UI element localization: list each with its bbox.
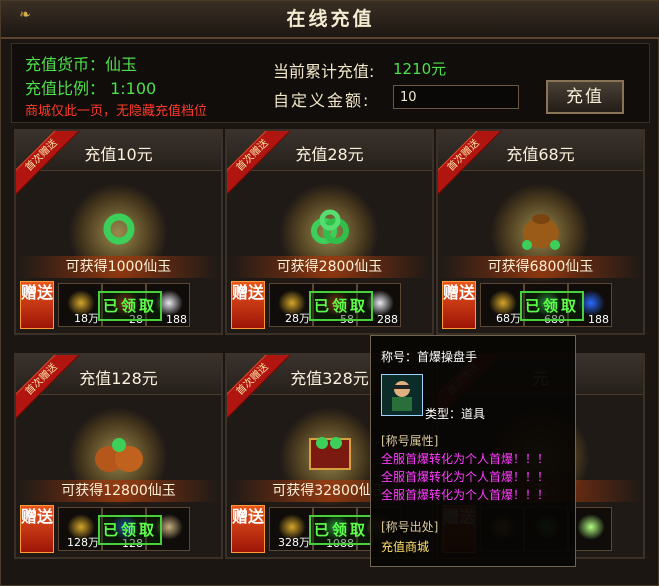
- custom-amount-input[interactable]: [393, 85, 519, 109]
- package-card[interactable]: 充值128元 首次赠送 可获得12800仙玉 赠送 128万 128 已领取: [14, 353, 223, 559]
- total-recharge-label: 当前累计充值:: [273, 62, 375, 81]
- first-gift-ribbon: 首次赠送: [16, 131, 86, 201]
- gift-badge: 赠送: [442, 281, 476, 329]
- first-gift-ribbon: 首次赠送: [16, 355, 86, 425]
- reward-count: 28万: [285, 312, 310, 325]
- package-card[interactable]: 充值10元 首次赠送 可获得1000仙玉 赠送 18万 28 188 已领取: [14, 129, 223, 335]
- reward-count: 328万: [278, 536, 310, 549]
- reward-slot[interactable]: 128万: [58, 507, 102, 551]
- claimed-stamp: 已领取: [309, 515, 373, 545]
- reward-count: 68万: [496, 312, 521, 325]
- tooltip-source: 充值商城: [381, 540, 430, 554]
- claimed-stamp: 已领取: [520, 291, 584, 321]
- tooltip-attr-line: 全服首爆转化为个人首爆！！！: [381, 488, 550, 502]
- claimed-stamp: 已领取: [309, 291, 373, 321]
- package-card[interactable]: 充值28元 首次赠送 可获得2800仙玉 赠送 28万 58 288 已领取: [225, 129, 434, 335]
- title-bar: ❧ 在线充值: [1, 1, 659, 39]
- gift-badge: 赠送: [20, 281, 54, 329]
- tooltip-type: 类型：道具: [425, 407, 486, 421]
- reward-count: 18万: [74, 312, 99, 325]
- reward-item-icon: [577, 514, 605, 540]
- title-avatar-icon: [381, 374, 423, 416]
- package-gain: 可获得12800仙玉: [18, 480, 219, 502]
- notice-text: 商城仅此一页，无隐藏充值档位: [25, 104, 208, 119]
- gift-badge: 赠送: [20, 505, 54, 553]
- tooltip-attr-line: 全服首爆转化为个人首爆！！！: [381, 470, 550, 484]
- claimed-stamp: 已领取: [98, 291, 162, 321]
- tooltip-name: 称号：首爆操盘手: [381, 350, 478, 364]
- custom-amount-label: 自定义金额:: [273, 91, 371, 110]
- first-gift-ribbon: 首次赠送: [227, 355, 297, 425]
- jade-item-icon: [93, 431, 145, 475]
- title-tooltip: 称号：首爆操盘手 类型：道具 [称号属性] 全服首爆转化为个人首爆！！！ 全服首…: [370, 335, 576, 567]
- reward-count: 288: [377, 313, 398, 326]
- reward-slot[interactable]: 28万: [269, 283, 313, 327]
- reward-slot[interactable]: 68万: [480, 283, 524, 327]
- package-gain: 可获得1000仙玉: [18, 256, 219, 278]
- reward-count: 188: [166, 313, 187, 326]
- reward-count: 128万: [67, 536, 99, 549]
- jade-item-icon: [515, 207, 567, 251]
- ratio-label: 充值比例： 1:100: [25, 79, 157, 98]
- reward-count: 188: [588, 313, 609, 326]
- currency-label: 充值货币：仙玉: [25, 55, 138, 74]
- package-gain: 可获得2800仙玉: [229, 256, 430, 278]
- first-gift-ribbon: 首次赠送: [438, 131, 508, 201]
- gift-badge: 赠送: [231, 281, 265, 329]
- gift-badge: 赠送: [231, 505, 265, 553]
- reward-slot[interactable]: 18万: [58, 283, 102, 327]
- recharge-window: ❧ 在线充值 充值货币：仙玉 充值比例： 1:100 商城仅此一页，无隐藏充值档…: [0, 0, 659, 586]
- jade-item-icon: [304, 431, 356, 475]
- package-card[interactable]: 充值68元 首次赠送 可获得6800仙玉 赠送 68万 680 188 已领取: [436, 129, 645, 335]
- tooltip-source-header: [称号出处]: [381, 520, 439, 534]
- first-gift-ribbon: 首次赠送: [227, 131, 297, 201]
- jade-item-icon: [93, 207, 145, 251]
- game-logo-icon: ❧: [19, 7, 31, 23]
- package-gain: 可获得6800仙玉: [440, 256, 641, 278]
- claimed-stamp: 已领取: [98, 515, 162, 545]
- tooltip-attr-header: [称号属性]: [381, 434, 439, 448]
- reward-slot[interactable]: 328万: [269, 507, 313, 551]
- tooltip-attr-line: 全服首爆转化为个人首爆！！！: [381, 452, 550, 466]
- total-recharge-value: 1210元: [393, 60, 447, 78]
- jade-item-icon: [304, 207, 356, 251]
- recharge-button[interactable]: 充值: [546, 80, 624, 114]
- window-title: 在线充值: [286, 8, 375, 30]
